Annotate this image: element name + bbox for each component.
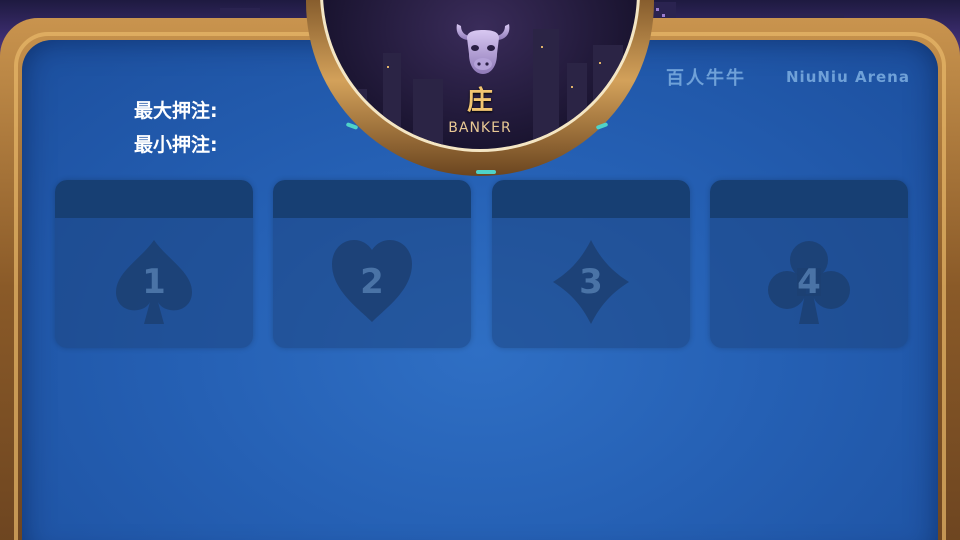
bet-area-number: 2 (360, 262, 384, 302)
bet-area-header (273, 180, 471, 218)
bet-area-number: 1 (142, 262, 166, 302)
max-bet-label: 最大押注: (134, 100, 218, 122)
bet-area-2[interactable]: 2 (273, 180, 471, 348)
banker-indicator-lights (340, 122, 620, 174)
min-bet-label: 最小押注: (134, 134, 218, 156)
bet-area-header (492, 180, 690, 218)
bull-head-icon (456, 24, 510, 74)
bet-area-header (55, 180, 253, 218)
banker-label-cn: 庄 (466, 86, 493, 116)
bet-area-1[interactable]: 1 (55, 180, 253, 348)
bet-area-number: 3 (579, 262, 603, 302)
bet-area-3[interactable]: 3 (492, 180, 690, 348)
bet-area-number: 4 (797, 262, 821, 302)
game-title-cn: 百人牛牛 (666, 68, 746, 89)
bet-area-4[interactable]: 4 (710, 180, 908, 348)
game-title-en: NiuNiu Arena (786, 68, 910, 86)
bet-area-header (710, 180, 908, 218)
